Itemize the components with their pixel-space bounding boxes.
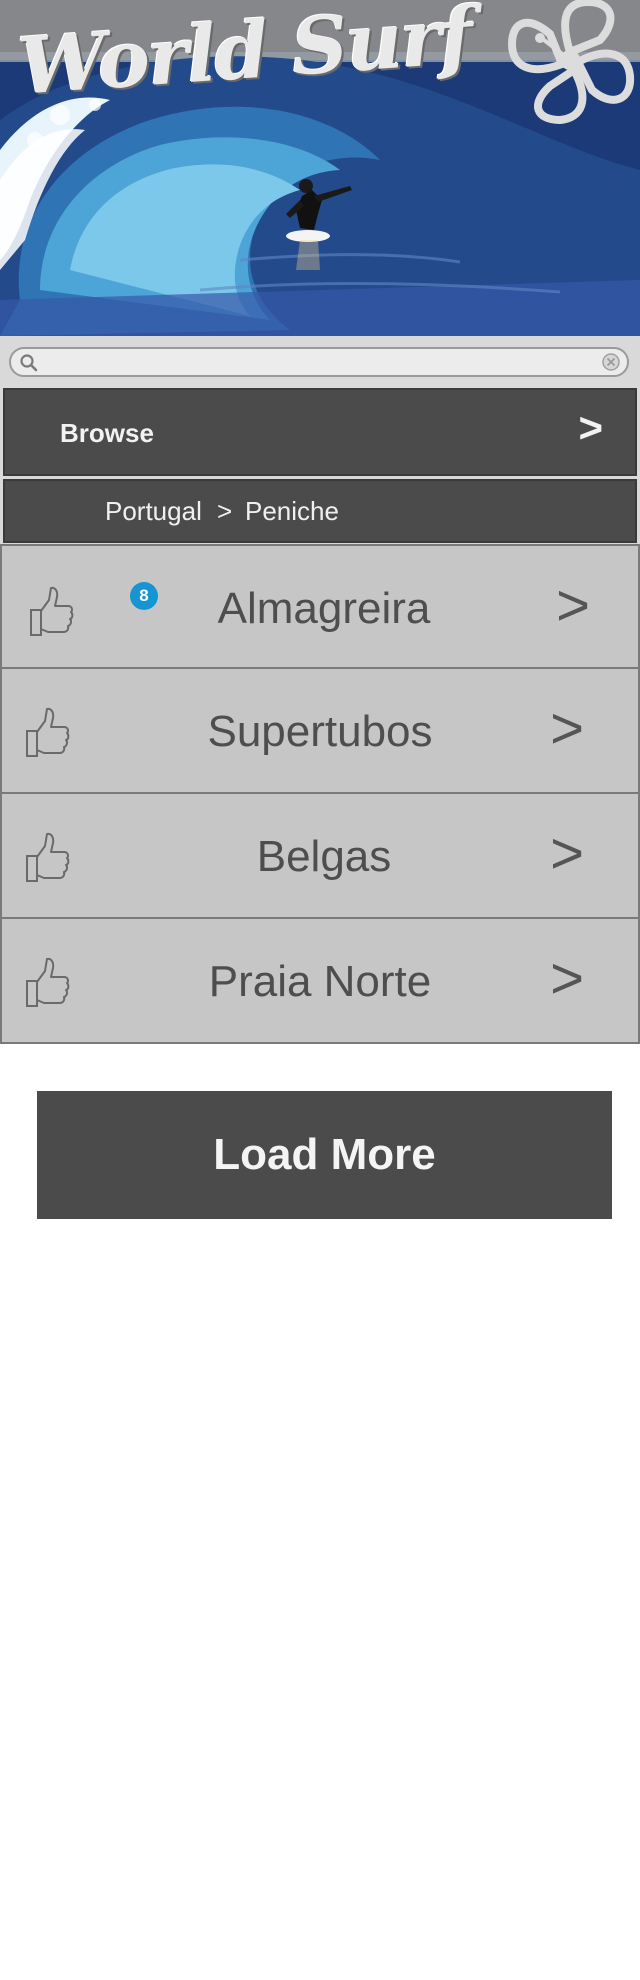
browse-button[interactable]: Browse > xyxy=(3,388,637,476)
chevron-right-icon: > xyxy=(550,946,584,1011)
list-item[interactable]: Praia Norte > xyxy=(0,917,640,1044)
chevron-right-icon: > xyxy=(550,821,584,886)
clear-icon[interactable] xyxy=(601,352,621,372)
search-bar xyxy=(0,336,640,386)
list-item[interactable]: 8 Almagreira > xyxy=(0,544,640,669)
hero-banner: World Surf xyxy=(0,0,640,336)
browse-label: Browse xyxy=(60,418,154,448)
surf-spot-list: 8 Almagreira > Supertubos > Belgas > Pra… xyxy=(0,544,640,1044)
spot-name: Belgas xyxy=(256,832,392,881)
chevron-right-icon: > xyxy=(556,573,590,638)
search-icon xyxy=(20,354,38,372)
spot-name: Praia Norte xyxy=(208,957,432,1006)
chevron-right-icon: > xyxy=(550,696,584,761)
spot-name: Almagreira xyxy=(217,584,431,633)
spot-name: Supertubos xyxy=(207,707,433,756)
breadcrumb: Portugal > Peniche xyxy=(3,479,637,543)
list-item[interactable]: Supertubos > xyxy=(0,667,640,794)
search-input[interactable] xyxy=(41,351,601,373)
breadcrumb-separator: > xyxy=(217,496,233,526)
breadcrumb-country[interactable]: Portugal xyxy=(105,496,202,527)
breadcrumb-region[interactable]: Peniche xyxy=(245,496,339,527)
chevron-right-icon: > xyxy=(578,404,603,451)
list-item[interactable]: Belgas > xyxy=(0,792,640,919)
load-more-button[interactable]: Load More xyxy=(37,1091,612,1219)
search-box xyxy=(9,347,629,377)
